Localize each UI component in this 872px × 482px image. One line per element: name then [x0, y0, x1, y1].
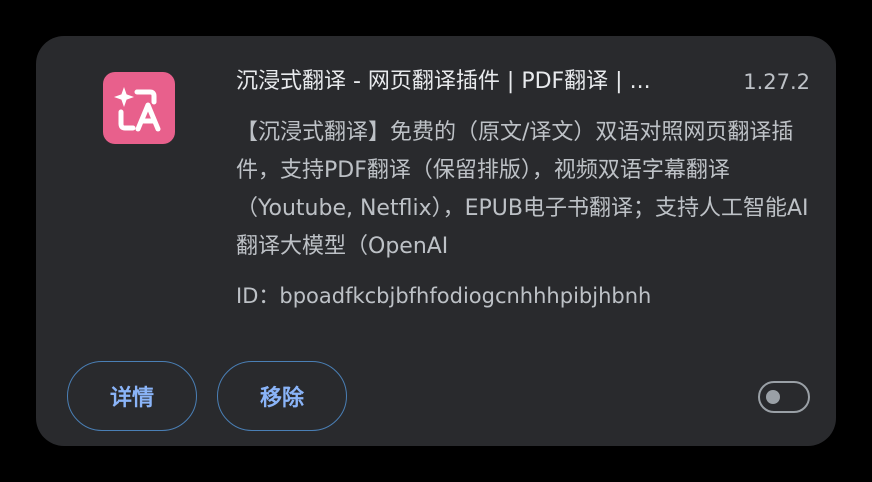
extension-description: 【沉浸式翻译】免费的（原文/译文）双语对照网页翻译插件，支持PDF翻译（保留排版…: [236, 120, 809, 259]
extension-version: 1.27.2: [743, 70, 810, 94]
extension-card: 沉浸式翻译 - 网页翻译插件 | PDF翻译 | ... 1.27.2 【沉浸式…: [36, 36, 836, 446]
sparkle-translate-icon: [114, 87, 161, 132]
extension-id: ID：bpoadfkcbjbfhfodiogcnhhhpibjhbnh: [236, 284, 652, 308]
details-button[interactable]: 详情: [67, 361, 197, 431]
enable-toggle[interactable]: [758, 381, 810, 413]
toggle-knob: [766, 390, 780, 404]
extension-icon: [103, 72, 175, 144]
extension-name: 沉浸式翻译 - 网页翻译插件 | PDF翻译 | ...: [236, 69, 651, 94]
remove-button[interactable]: 移除: [217, 361, 347, 431]
